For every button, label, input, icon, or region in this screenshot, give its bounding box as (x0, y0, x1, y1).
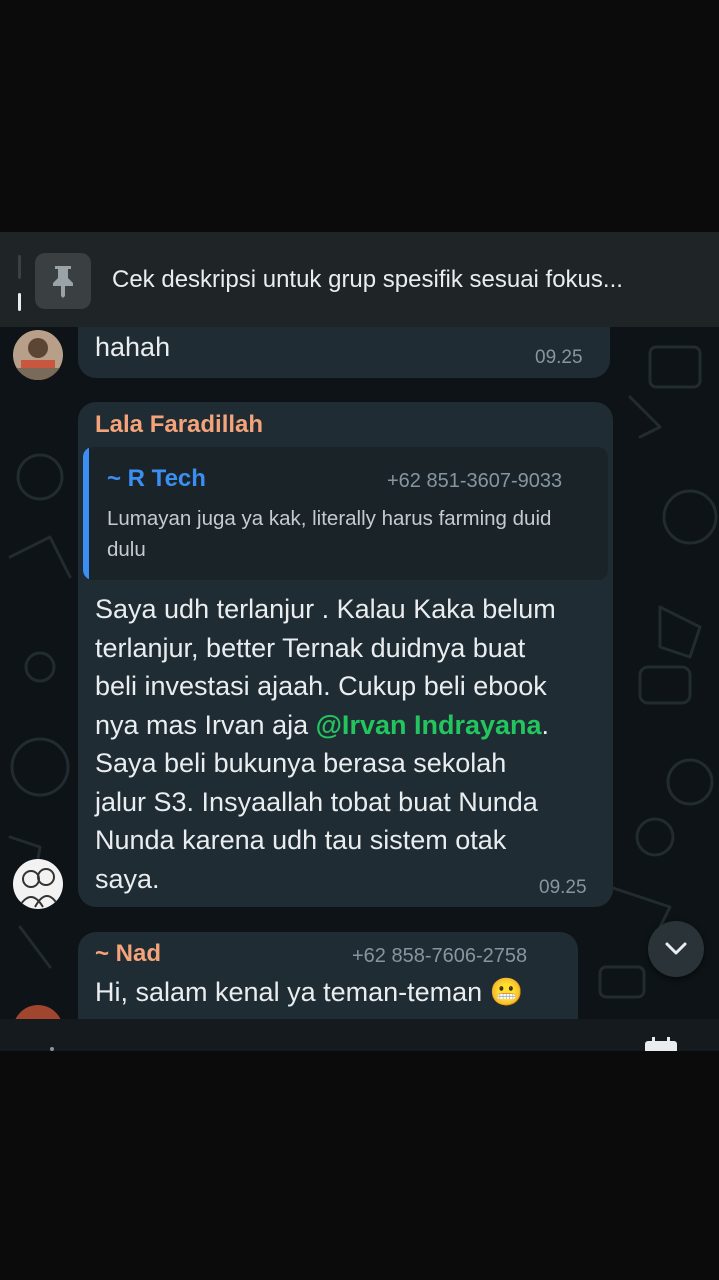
quoted-message[interactable]: ~ R Tech +62 851-3607-9033 Lumayan juga … (83, 447, 608, 580)
grimace-emoji: 😬 (489, 977, 524, 1008)
message-text: Saya udh terlanjur . Kalau Kaka belum te… (95, 594, 556, 894)
quote-sender: ~ R Tech (107, 465, 206, 492)
mention-link[interactable]: @Irvan Indrayana (316, 710, 542, 740)
quote-text: Lumayan juga ya kak, literally harus far… (107, 507, 552, 561)
sender-phone: +62 858-7606-2758 (352, 945, 528, 967)
chat-area[interactable]: hahah 09.25 Lala Faradillah ~ R Tech +62… (0, 327, 719, 1019)
message-text: Hi, salam kenal ya teman-teman 😬 (95, 977, 524, 1008)
sender-name[interactable]: Lala Faradillah (95, 411, 263, 439)
sender-name[interactable]: ~ Nad (95, 940, 161, 968)
calendar-icon[interactable] (644, 1037, 678, 1051)
pin-icon[interactable] (35, 253, 91, 309)
scroll-to-bottom-button[interactable] (648, 921, 704, 977)
chevron-down-icon (665, 942, 687, 955)
message-text: hahah (95, 332, 171, 362)
pinned-indicator (18, 255, 21, 311)
pinned-message-text[interactable]: Cek deskripsi untuk grup spesifik sesuai… (112, 266, 702, 294)
quote-bar (83, 447, 89, 580)
avatar[interactable] (13, 330, 63, 380)
bottom-toolbar (0, 1019, 719, 1051)
message-time: 09.25 (535, 347, 583, 368)
status-area (0, 0, 719, 232)
avatar[interactable] (13, 859, 63, 909)
bottom-area (0, 1051, 719, 1280)
quote-phone: +62 851-3607-9033 (387, 470, 563, 492)
message-time: 09.25 (539, 877, 587, 898)
